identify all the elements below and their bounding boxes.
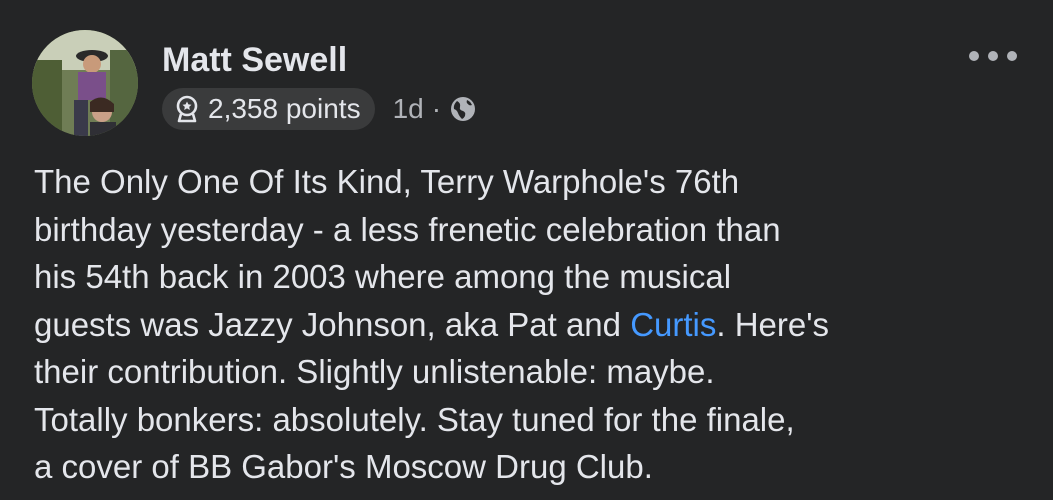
post-text-line: Totally bonkers: absolutely. Stay tuned …: [34, 400, 795, 438]
more-options-icon: [969, 51, 979, 61]
meta-separator: ·: [431, 93, 442, 124]
author-name[interactable]: Matt Sewell: [162, 40, 347, 80]
post-text-line: their contribution. Slightly unlistenabl…: [34, 353, 715, 390]
post-timestamp[interactable]: 1d: [393, 93, 424, 125]
badge-icon: [174, 95, 200, 123]
post-card: Matt Sewell 2,358 points 1d · The Only O…: [0, 0, 1053, 500]
avatar[interactable]: [32, 30, 138, 136]
post-text-line: birthday yesterday - a less frenetic cel…: [34, 210, 781, 248]
post-meta: 2,358 points 1d ·: [162, 88, 477, 130]
post-text-line: guests was Jazzy Johnson, aka Pat and Cu…: [34, 301, 1034, 349]
more-options-button[interactable]: [969, 44, 1017, 68]
mention-link[interactable]: Curtis: [630, 306, 716, 343]
globe-icon[interactable]: [449, 95, 477, 123]
post-text-segment: guests was Jazzy Johnson, aka Pat and: [34, 305, 631, 343]
post-text-segment: . Here's: [716, 305, 830, 343]
post-text-line: his 54th back in 2003 where among the mu…: [34, 258, 732, 295]
avatar-photo: [32, 30, 138, 136]
post-text-line: The Only One Of Its Kind, Terry Warphole…: [34, 163, 740, 200]
post-text-line: a cover of BB Gabor's Moscow Drug Club.: [34, 448, 653, 485]
points-count: 2,358 points: [208, 93, 361, 124]
post-text: The Only One Of Its Kind, Terry Warphole…: [34, 158, 1034, 491]
points-badge[interactable]: 2,358 points: [162, 88, 375, 130]
